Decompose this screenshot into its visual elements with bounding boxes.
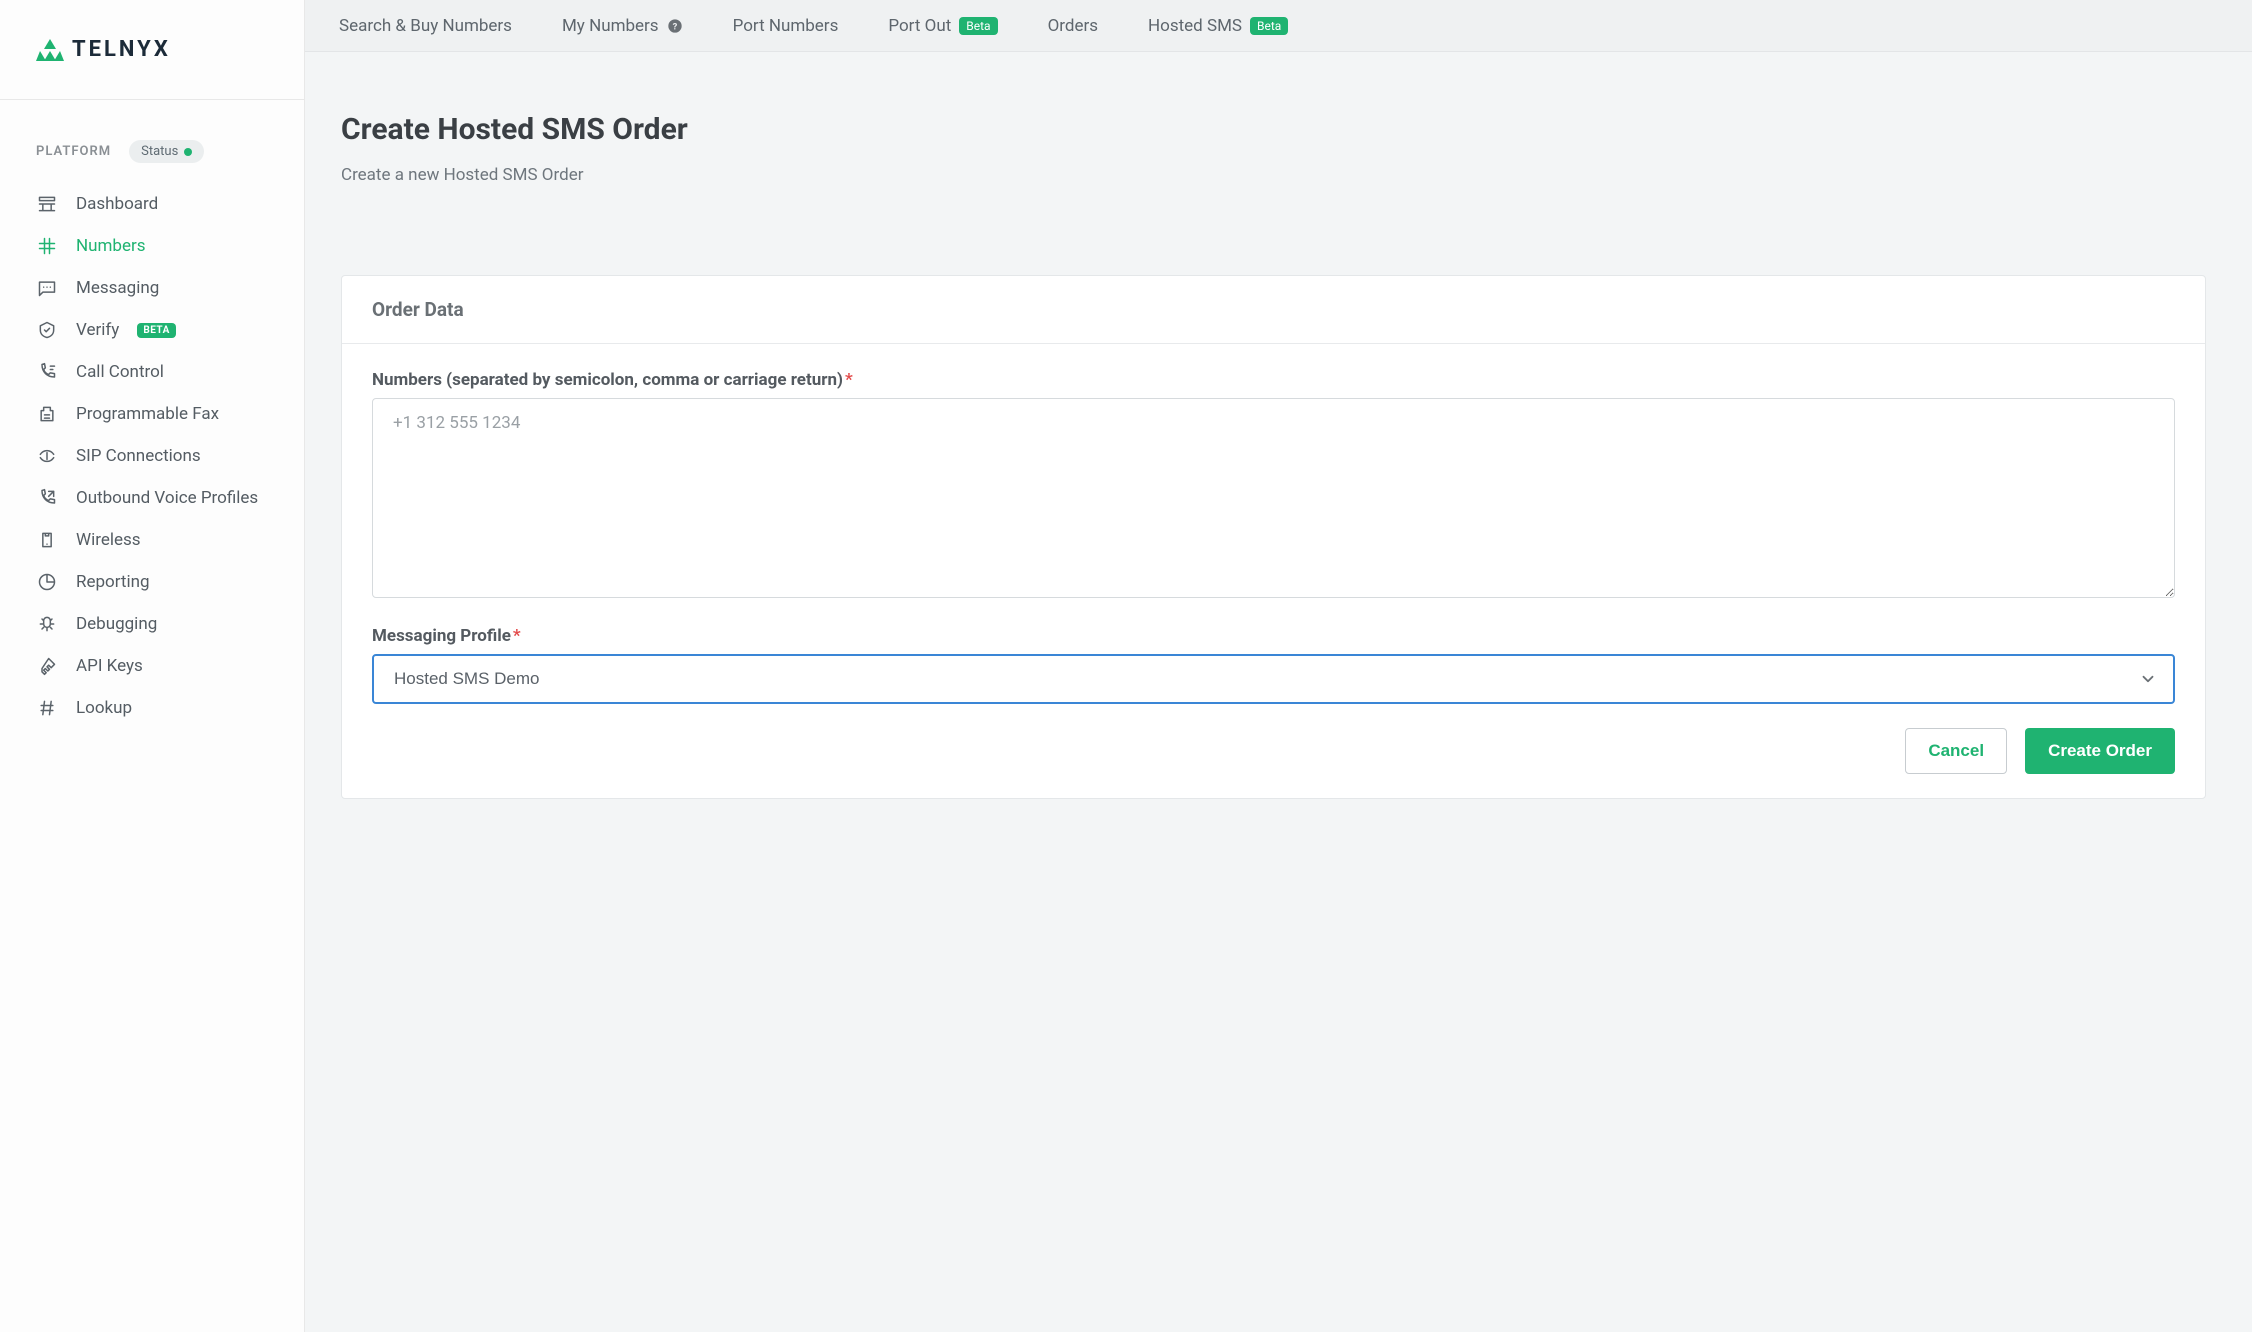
card-body: Numbers (separated by semicolon, comma o… [342,344,2205,798]
sidebar-item-label: SIP Connections [76,446,201,466]
logo-area: TELNYX [0,0,304,100]
tab-hosted-sms[interactable]: Hosted SMS Beta [1148,16,1288,36]
sidebar-item-verify[interactable]: Verify BETA [0,309,304,351]
sidebar-item-dashboard[interactable]: Dashboard [0,183,304,225]
tab-search-buy-numbers[interactable]: Search & Buy Numbers [339,16,512,36]
beta-badge: BETA [137,323,176,338]
content: Create Hosted SMS Order Create a new Hos… [305,52,2252,839]
beta-badge: Beta [959,17,997,35]
numbers-input[interactable] [372,398,2175,598]
sidebar-item-label: Debugging [76,614,157,634]
lookup-icon [36,697,58,719]
sidebar-item-reporting[interactable]: Reporting [0,561,304,603]
wireless-icon [36,529,58,551]
tab-label: Hosted SMS [1148,16,1242,36]
sidebar-section-header: PLATFORM Status [0,100,304,179]
outbound-icon [36,487,58,509]
sidebar-item-label: Wireless [76,530,141,550]
sidebar-item-label: Numbers [76,236,146,256]
profile-select[interactable]: Hosted SMS Demo [372,654,2175,704]
required-mark: * [845,370,853,390]
tab-orders[interactable]: Orders [1048,16,1098,36]
numbers-group: Numbers (separated by semicolon, comma o… [372,370,2175,602]
create-order-button[interactable]: Create Order [2025,728,2175,774]
sidebar-item-label: Programmable Fax [76,404,219,424]
sidebar-item-outbound-voice-profiles[interactable]: Outbound Voice Profiles [0,477,304,519]
button-row: Cancel Create Order [372,728,2175,774]
sidebar-item-api-keys[interactable]: API Keys [0,645,304,687]
help-icon[interactable]: ? [667,18,683,34]
order-card: Order Data Numbers (separated by semicol… [341,275,2206,799]
profile-group: Messaging Profile* Hosted SMS Demo [372,626,2175,704]
page-title: Create Hosted SMS Order [341,112,2216,147]
app-root: TELNYX PLATFORM Status Dashboard Numbers M… [0,0,2252,1332]
brand-logo[interactable]: TELNYX [36,37,171,62]
sidebar-item-messaging[interactable]: Messaging [0,267,304,309]
sidebar-item-label: API Keys [76,656,143,676]
sidebar-item-call-control[interactable]: Call Control [0,351,304,393]
sidebar-item-label: Messaging [76,278,159,298]
tab-label: Port Out [888,16,951,36]
numbers-icon [36,235,58,257]
sidebar-item-label: Verify [76,320,119,340]
fax-icon [36,403,58,425]
messaging-icon [36,277,58,299]
api-keys-icon [36,655,58,677]
verify-icon [36,319,58,341]
sidebar: TELNYX PLATFORM Status Dashboard Numbers M… [0,0,305,1332]
dashboard-icon [36,193,58,215]
required-mark: * [513,626,521,646]
sidebar-item-label: Call Control [76,362,164,382]
sidebar-section-title: PLATFORM [36,144,111,159]
main: Search & Buy Numbers My Numbers? Port Numb… [305,0,2252,1332]
tab-port-numbers[interactable]: Port Numbers [733,16,839,36]
sidebar-item-label: Outbound Voice Profiles [76,488,258,508]
tab-port-out[interactable]: Port Out Beta [888,16,997,36]
debugging-icon [36,613,58,635]
numbers-label: Numbers (separated by semicolon, comma o… [372,370,2175,390]
sidebar-item-programmable-fax[interactable]: Programmable Fax [0,393,304,435]
sidebar-item-debugging[interactable]: Debugging [0,603,304,645]
profile-label: Messaging Profile* [372,626,2175,646]
profile-select-wrap: Hosted SMS Demo [372,654,2175,704]
sidebar-item-numbers[interactable]: Numbers [0,225,304,267]
page-subtitle: Create a new Hosted SMS Order [341,165,2216,185]
telnyx-logo-icon [36,39,64,61]
call-control-icon [36,361,58,383]
tab-label: Search & Buy Numbers [339,16,512,36]
sidebar-item-label: Dashboard [76,194,158,214]
status-label: Status [141,144,178,159]
brand-name: TELNYX [72,37,171,62]
sip-icon [36,445,58,467]
tab-my-numbers[interactable]: My Numbers? [562,16,683,36]
sidebar-item-label: Lookup [76,698,132,718]
sidebar-nav: Dashboard Numbers Messaging Verify BETA Call … [0,179,304,733]
sidebar-item-label: Reporting [76,572,150,592]
reporting-icon [36,571,58,593]
status-pill[interactable]: Status [129,140,204,163]
profile-label-text: Messaging Profile [372,626,511,646]
sidebar-item-lookup[interactable]: Lookup [0,687,304,729]
numbers-label-text: Numbers (separated by semicolon, comma o… [372,370,843,390]
tab-bar: Search & Buy Numbers My Numbers? Port Numb… [305,0,2252,52]
sidebar-item-sip-connections[interactable]: SIP Connections [0,435,304,477]
tab-label: Port Numbers [733,16,839,36]
status-dot-icon [184,148,192,156]
cancel-button[interactable]: Cancel [1905,728,2007,774]
card-header: Order Data [342,276,2205,344]
svg-text:?: ? [672,21,677,32]
tab-label: My Numbers [562,16,659,36]
beta-badge: Beta [1250,17,1288,35]
tab-label: Orders [1048,16,1098,36]
sidebar-item-wireless[interactable]: Wireless [0,519,304,561]
